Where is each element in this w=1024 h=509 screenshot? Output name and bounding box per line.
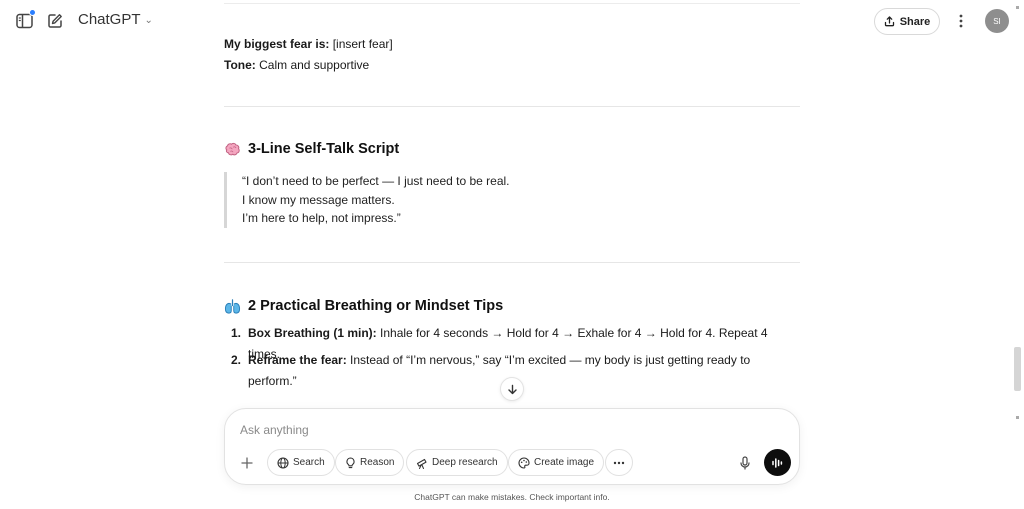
waveform-icon (772, 457, 783, 468)
self-talk-quote: “I don’t need to be perfect — I just nee… (224, 172, 510, 228)
tool-label: Create image (534, 457, 595, 468)
create-image-button[interactable]: Create image (508, 449, 605, 476)
divider (224, 262, 800, 263)
scroll-to-bottom-button[interactable] (500, 377, 524, 401)
share-label: Share (899, 15, 931, 28)
scrollbar-up-arrow[interactable] (1016, 6, 1019, 9)
list-number: 2. (231, 353, 242, 367)
fear-label: My biggest fear is: (224, 37, 330, 51)
scrollbar-thumb[interactable] (1014, 347, 1021, 391)
tool-label: Deep research (432, 457, 498, 468)
divider (224, 3, 800, 4)
scrollbar-down-arrow[interactable] (1016, 416, 1019, 419)
telescope-icon (416, 458, 427, 469)
top-bar: ChatGPT ⌄ Share SI (0, 0, 1024, 42)
model-selector[interactable]: ChatGPT ⌄ (78, 11, 153, 28)
attach-button[interactable] (237, 453, 257, 473)
section-heading-tips: 2 Practical Breathing or Mindset Tips (224, 296, 503, 317)
share-icon (884, 16, 894, 27)
model-name: ChatGPT (78, 11, 141, 28)
prompt-input[interactable] (240, 421, 720, 439)
dictate-button[interactable] (733, 451, 757, 475)
new-chat-button[interactable] (45, 11, 65, 31)
avatar[interactable]: SI (985, 9, 1009, 33)
more-tools-button[interactable] (605, 449, 633, 476)
tone-line: Tone: Calm and supportive (224, 55, 369, 76)
compose-icon (48, 14, 62, 28)
palette-icon (518, 456, 530, 469)
tip-title: Reframe the fear: (248, 353, 347, 367)
search-button[interactable]: Search (267, 449, 335, 476)
fear-value: [insert fear] (329, 37, 393, 51)
deep-research-button[interactable]: Deep research (406, 449, 508, 476)
list-number: 1. (231, 326, 242, 340)
section-title: 3-Line Self-Talk Script (248, 141, 400, 157)
chevron-down-icon: ⌄ (144, 14, 153, 26)
section-title: 2 Practical Breathing or Mindset Tips (248, 298, 504, 314)
quote-line: I know my message matters. (242, 192, 395, 207)
tip-text: perform.” (248, 374, 297, 388)
share-button[interactable]: Share (874, 8, 940, 35)
list-item: 2. Reframe the fear: Instead of “I’m ner… (231, 350, 792, 371)
sidebar-toggle-button[interactable] (14, 9, 36, 31)
lightbulb-icon (346, 456, 355, 468)
microphone-icon (740, 456, 750, 470)
globe-icon (277, 456, 289, 469)
composer: Search Reason Deep research Create image (224, 408, 800, 485)
quote-line: I’m here to help, not impress.” (242, 211, 401, 225)
section-heading-self-talk: 3-Line Self-Talk Script (224, 139, 399, 160)
fear-line: My biggest fear is: [insert fear] (224, 34, 393, 55)
tone-label: Tone: (224, 58, 256, 72)
reason-button[interactable]: Reason (335, 449, 405, 476)
more-horizontal-icon (613, 461, 625, 464)
disclaimer-text: ChatGPT can make mistakes. Check importa… (414, 492, 610, 502)
divider (224, 106, 800, 107)
tip-text: Instead of “I’m nervous,” say “I’m excit… (346, 353, 751, 367)
arrow-down-icon (507, 384, 517, 394)
tip-title: Box Breathing (1 min): (248, 326, 377, 340)
tool-label: Reason (360, 457, 395, 468)
quote-line: “I don’t need to be perfect — I just nee… (242, 174, 510, 188)
notification-dot (29, 9, 36, 16)
tool-label: Search (293, 457, 325, 468)
more-vertical-icon (959, 14, 963, 28)
plus-icon (241, 457, 253, 469)
voice-mode-button[interactable] (764, 449, 791, 476)
brain-icon (225, 142, 240, 156)
more-options-button[interactable] (952, 12, 970, 30)
tone-value: Calm and supportive (255, 58, 370, 72)
lungs-icon (224, 299, 241, 314)
